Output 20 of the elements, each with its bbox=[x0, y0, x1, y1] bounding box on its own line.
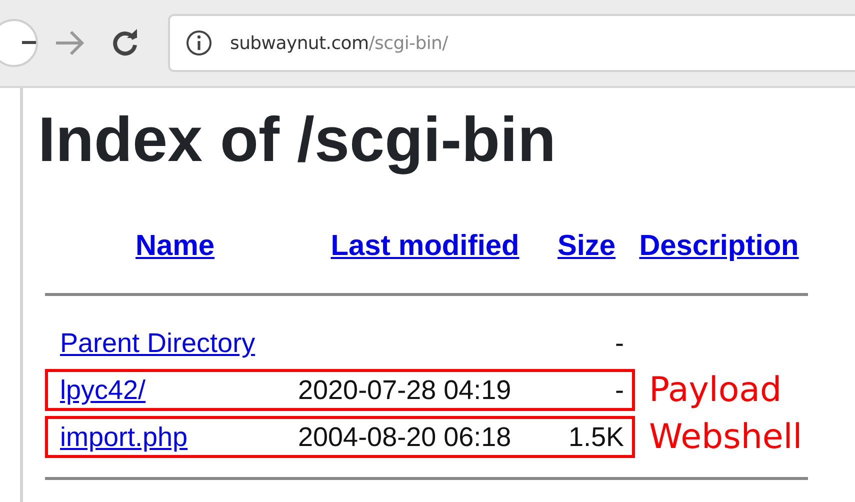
annotation-label: Webshell bbox=[649, 416, 802, 459]
annotation-label: Payload bbox=[649, 368, 782, 412]
file-size: 1.5K bbox=[567, 421, 624, 454]
file-size: - bbox=[614, 327, 624, 360]
file-link[interactable]: import.php bbox=[60, 417, 298, 458]
modified-date: 2004-08-20 06:18 bbox=[298, 421, 512, 454]
file-link[interactable]: lpyc42/ bbox=[60, 370, 298, 411]
back-button[interactable] bbox=[0, 19, 38, 67]
modified-date: 2020-07-28 04:19 bbox=[298, 374, 512, 408]
address-bar[interactable]: subwaynut.com/scgi-bin/ bbox=[168, 14, 855, 72]
column-header-link[interactable]: Name bbox=[45, 225, 305, 269]
info-icon[interactable] bbox=[186, 30, 212, 56]
url-text: subwaynut.com/scgi-bin/ bbox=[230, 32, 448, 56]
file-link[interactable]: Parent Directory bbox=[60, 323, 298, 364]
file-size: - bbox=[614, 374, 624, 408]
column-header-link[interactable]: Size bbox=[545, 225, 628, 269]
page-heading: Index of /scgi-bin bbox=[38, 104, 558, 176]
column-header-link[interactable]: Description bbox=[628, 225, 810, 269]
column-header-link[interactable]: Last modified bbox=[305, 225, 545, 269]
reload-icon[interactable] bbox=[110, 28, 140, 58]
